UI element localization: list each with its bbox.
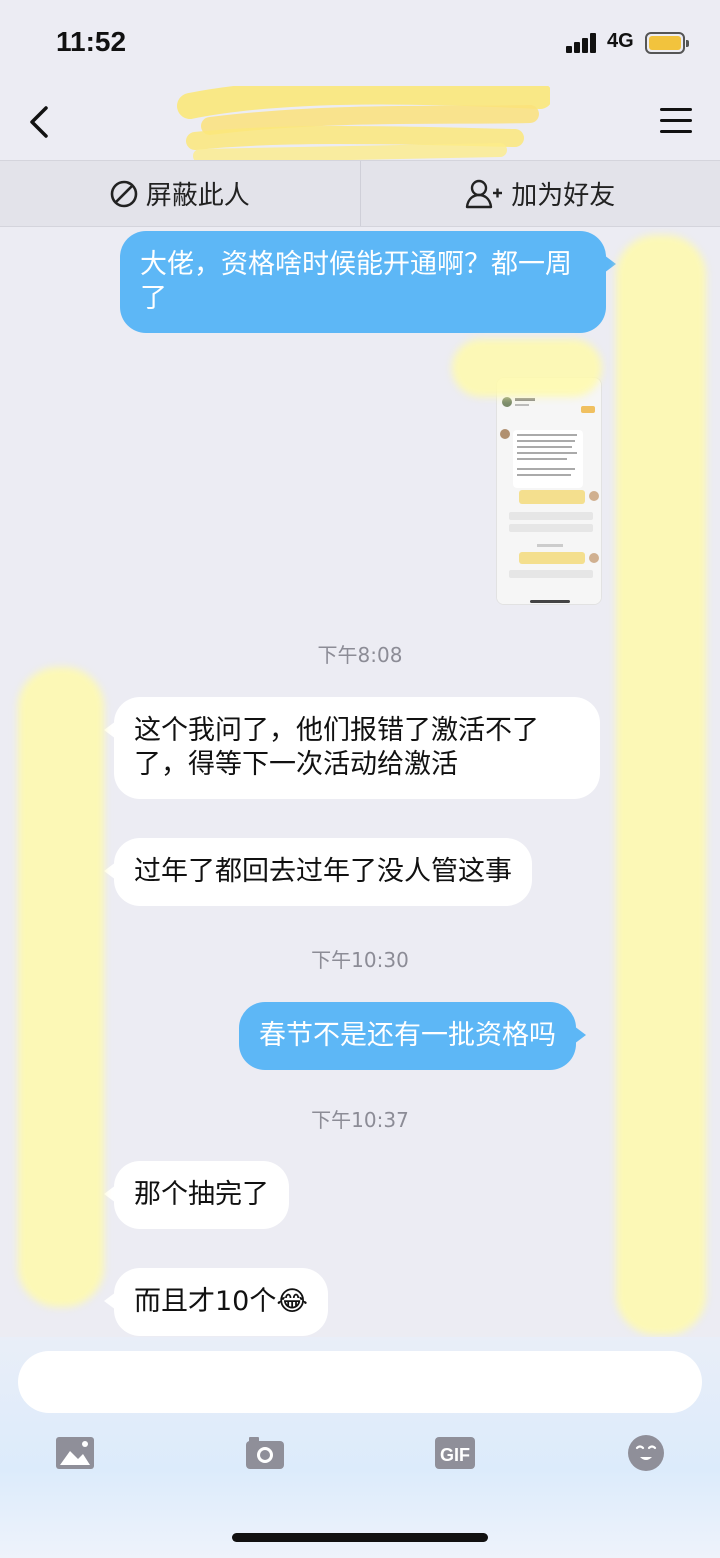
message-bubble[interactable]: 那个抽完了 <box>104 1161 289 1229</box>
add-friend-button[interactable]: 加为好友 <box>361 161 720 226</box>
battery-icon <box>645 32 689 54</box>
message-bubble[interactable]: 过年了都回去过年了没人管这事 <box>104 838 532 906</box>
message-bubble[interactable]: 这个我问了，他们报错了激活不了了，得等下一次活动给激活 <box>104 697 600 799</box>
image-icon[interactable] <box>55 1433 95 1473</box>
message-input[interactable] <box>18 1351 702 1413</box>
block-icon <box>110 180 138 207</box>
message-text: 春节不是还有一批资格吗 <box>259 1020 556 1051</box>
message-text: 过年了都回去过年了没人管这事 <box>134 856 512 887</box>
timestamp: 下午10:30 <box>311 948 409 972</box>
image-message[interactable] <box>496 377 602 605</box>
message-text: 大佬，资格啥时候能开通啊？都一周了 <box>140 249 572 314</box>
block-user-label: 屏蔽此人 <box>145 181 250 211</box>
timestamp: 下午10:37 <box>311 1108 409 1132</box>
redaction-left <box>18 667 104 1307</box>
message-text: 这个我问了，他们报错了激活不了了，得等下一次活动给激活 <box>134 715 539 780</box>
add-friend-icon <box>466 179 503 208</box>
emoji-icon[interactable] <box>626 1433 666 1473</box>
nav-bar <box>0 78 720 163</box>
timestamp: 下午8:08 <box>317 643 403 667</box>
status-time: 11:52 <box>56 26 127 57</box>
add-friend-label: 加为好友 <box>511 181 616 211</box>
home-indicator[interactable] <box>232 1533 488 1542</box>
camera-icon[interactable] <box>245 1433 285 1473</box>
chat-messages[interactable]: 大佬，资格啥时候能开通啊？都一周了 下午8:08 这个我问了，他们报错了激活不了… <box>0 227 720 1337</box>
message-bubble[interactable]: 春节不是还有一批资格吗 <box>239 1002 586 1070</box>
status-bar: 11:52 4G <box>0 0 720 86</box>
gif-label: GIF <box>440 1445 470 1465</box>
network-type: 4G <box>607 30 634 52</box>
gif-icon[interactable]: GIF <box>435 1433 475 1473</box>
input-toolbar: GIF <box>0 1433 720 1477</box>
input-area: GIF <box>0 1337 720 1558</box>
action-bar: 屏蔽此人 加为好友 <box>0 160 720 227</box>
back-icon[interactable] <box>24 102 58 142</box>
message-text: 而且才10个😂 <box>134 1286 308 1317</box>
message-bubble[interactable]: 而且才10个😂 <box>104 1268 328 1336</box>
signal-icon <box>566 33 602 53</box>
redaction-image-header <box>452 339 602 397</box>
message-text: 那个抽完了 <box>134 1179 269 1210</box>
message-bubble[interactable]: 大佬，资格啥时候能开通啊？都一周了 <box>120 231 616 333</box>
menu-icon[interactable] <box>660 106 694 136</box>
redaction-right <box>616 235 706 1335</box>
block-user-button[interactable]: 屏蔽此人 <box>0 161 360 226</box>
